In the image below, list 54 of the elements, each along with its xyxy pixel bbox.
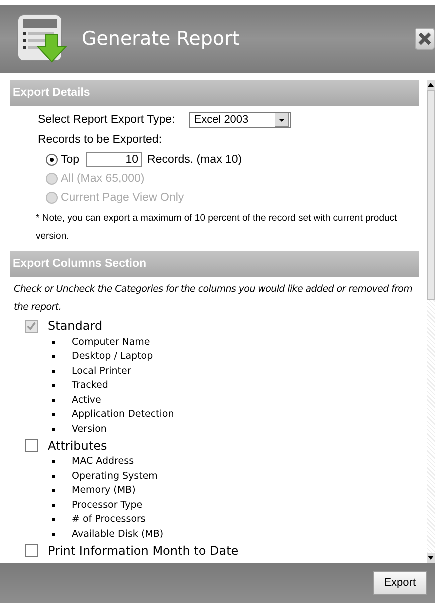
bullet-icon: [52, 518, 55, 522]
column-name: # of Processors: [72, 514, 146, 526]
option-label: Top: [61, 154, 80, 166]
column-name: Local Printer: [72, 366, 132, 377]
option-suffix: Records. (max 10): [148, 154, 242, 166]
checkbox[interactable]: [25, 439, 38, 452]
column-name: Processor Type: [72, 500, 143, 511]
column-name: Desktop / Laptop: [72, 351, 154, 362]
window-title: Generate Report: [82, 28, 241, 50]
option-label: All (Max 65,000): [61, 172, 145, 184]
checkbox[interactable]: [25, 544, 38, 557]
category-label: Standard: [48, 319, 103, 333]
export-button[interactable]: Export: [373, 571, 427, 595]
bullet-icon: [52, 370, 55, 373]
column-name: Version: [72, 424, 107, 435]
close-button[interactable]: [415, 28, 435, 50]
column-name: Active: [72, 394, 102, 406]
records-count-field[interactable]: 10: [86, 152, 142, 167]
dropdown-arrow-icon: [275, 113, 290, 127]
scroll-thumb[interactable]: [427, 90, 435, 300]
column-name: Application Detection: [72, 409, 174, 420]
section-header: Export Details: [10, 80, 419, 106]
bullet-icon: [52, 340, 55, 344]
bullet-icon: [52, 460, 55, 464]
bullet-icon: [52, 398, 55, 402]
scroll-down-icon[interactable]: [427, 553, 435, 563]
bullet-icon: [52, 428, 55, 431]
column-name: MAC Address: [72, 456, 134, 468]
note-text: * Note, you can export a maximum of 10 percent of the record set with current product version.: [36, 212, 398, 244]
section-header: Export Columns Section: [10, 251, 419, 277]
column-name: Tracked: [72, 380, 108, 392]
option-label: Current Page View Only: [61, 192, 184, 204]
close-icon: [418, 32, 432, 46]
bullet-icon: [52, 489, 55, 492]
scrollbar[interactable]: [427, 80, 435, 563]
instructions-text: Check or Uncheck the Categories for the columns you would like added or removed from the report.: [14, 283, 414, 315]
export-type-dropdown[interactable]: Excel 2003: [189, 112, 292, 128]
records-label: Records to be Exported:: [38, 134, 162, 146]
radio-button[interactable]: [46, 154, 58, 166]
column-name: Operating System: [72, 470, 158, 482]
bullet-icon: [52, 384, 55, 388]
bullet-icon: [52, 504, 55, 507]
bullet-icon: [52, 355, 55, 358]
category-label: Attributes: [48, 438, 108, 452]
bullet-icon: [52, 413, 55, 416]
scroll-up-icon[interactable]: [427, 80, 435, 90]
column-name: Available Disk (MB): [72, 528, 164, 540]
column-name: Memory (MB): [72, 485, 136, 496]
bullet-icon: [52, 532, 55, 536]
bullet-icon: [52, 474, 55, 478]
report-download-icon: [16, 13, 68, 65]
export-type-label: Select Report Export Type:: [38, 114, 176, 126]
column-name: Computer Name: [72, 336, 150, 348]
category-label: Print Information Month to Date: [48, 544, 239, 558]
